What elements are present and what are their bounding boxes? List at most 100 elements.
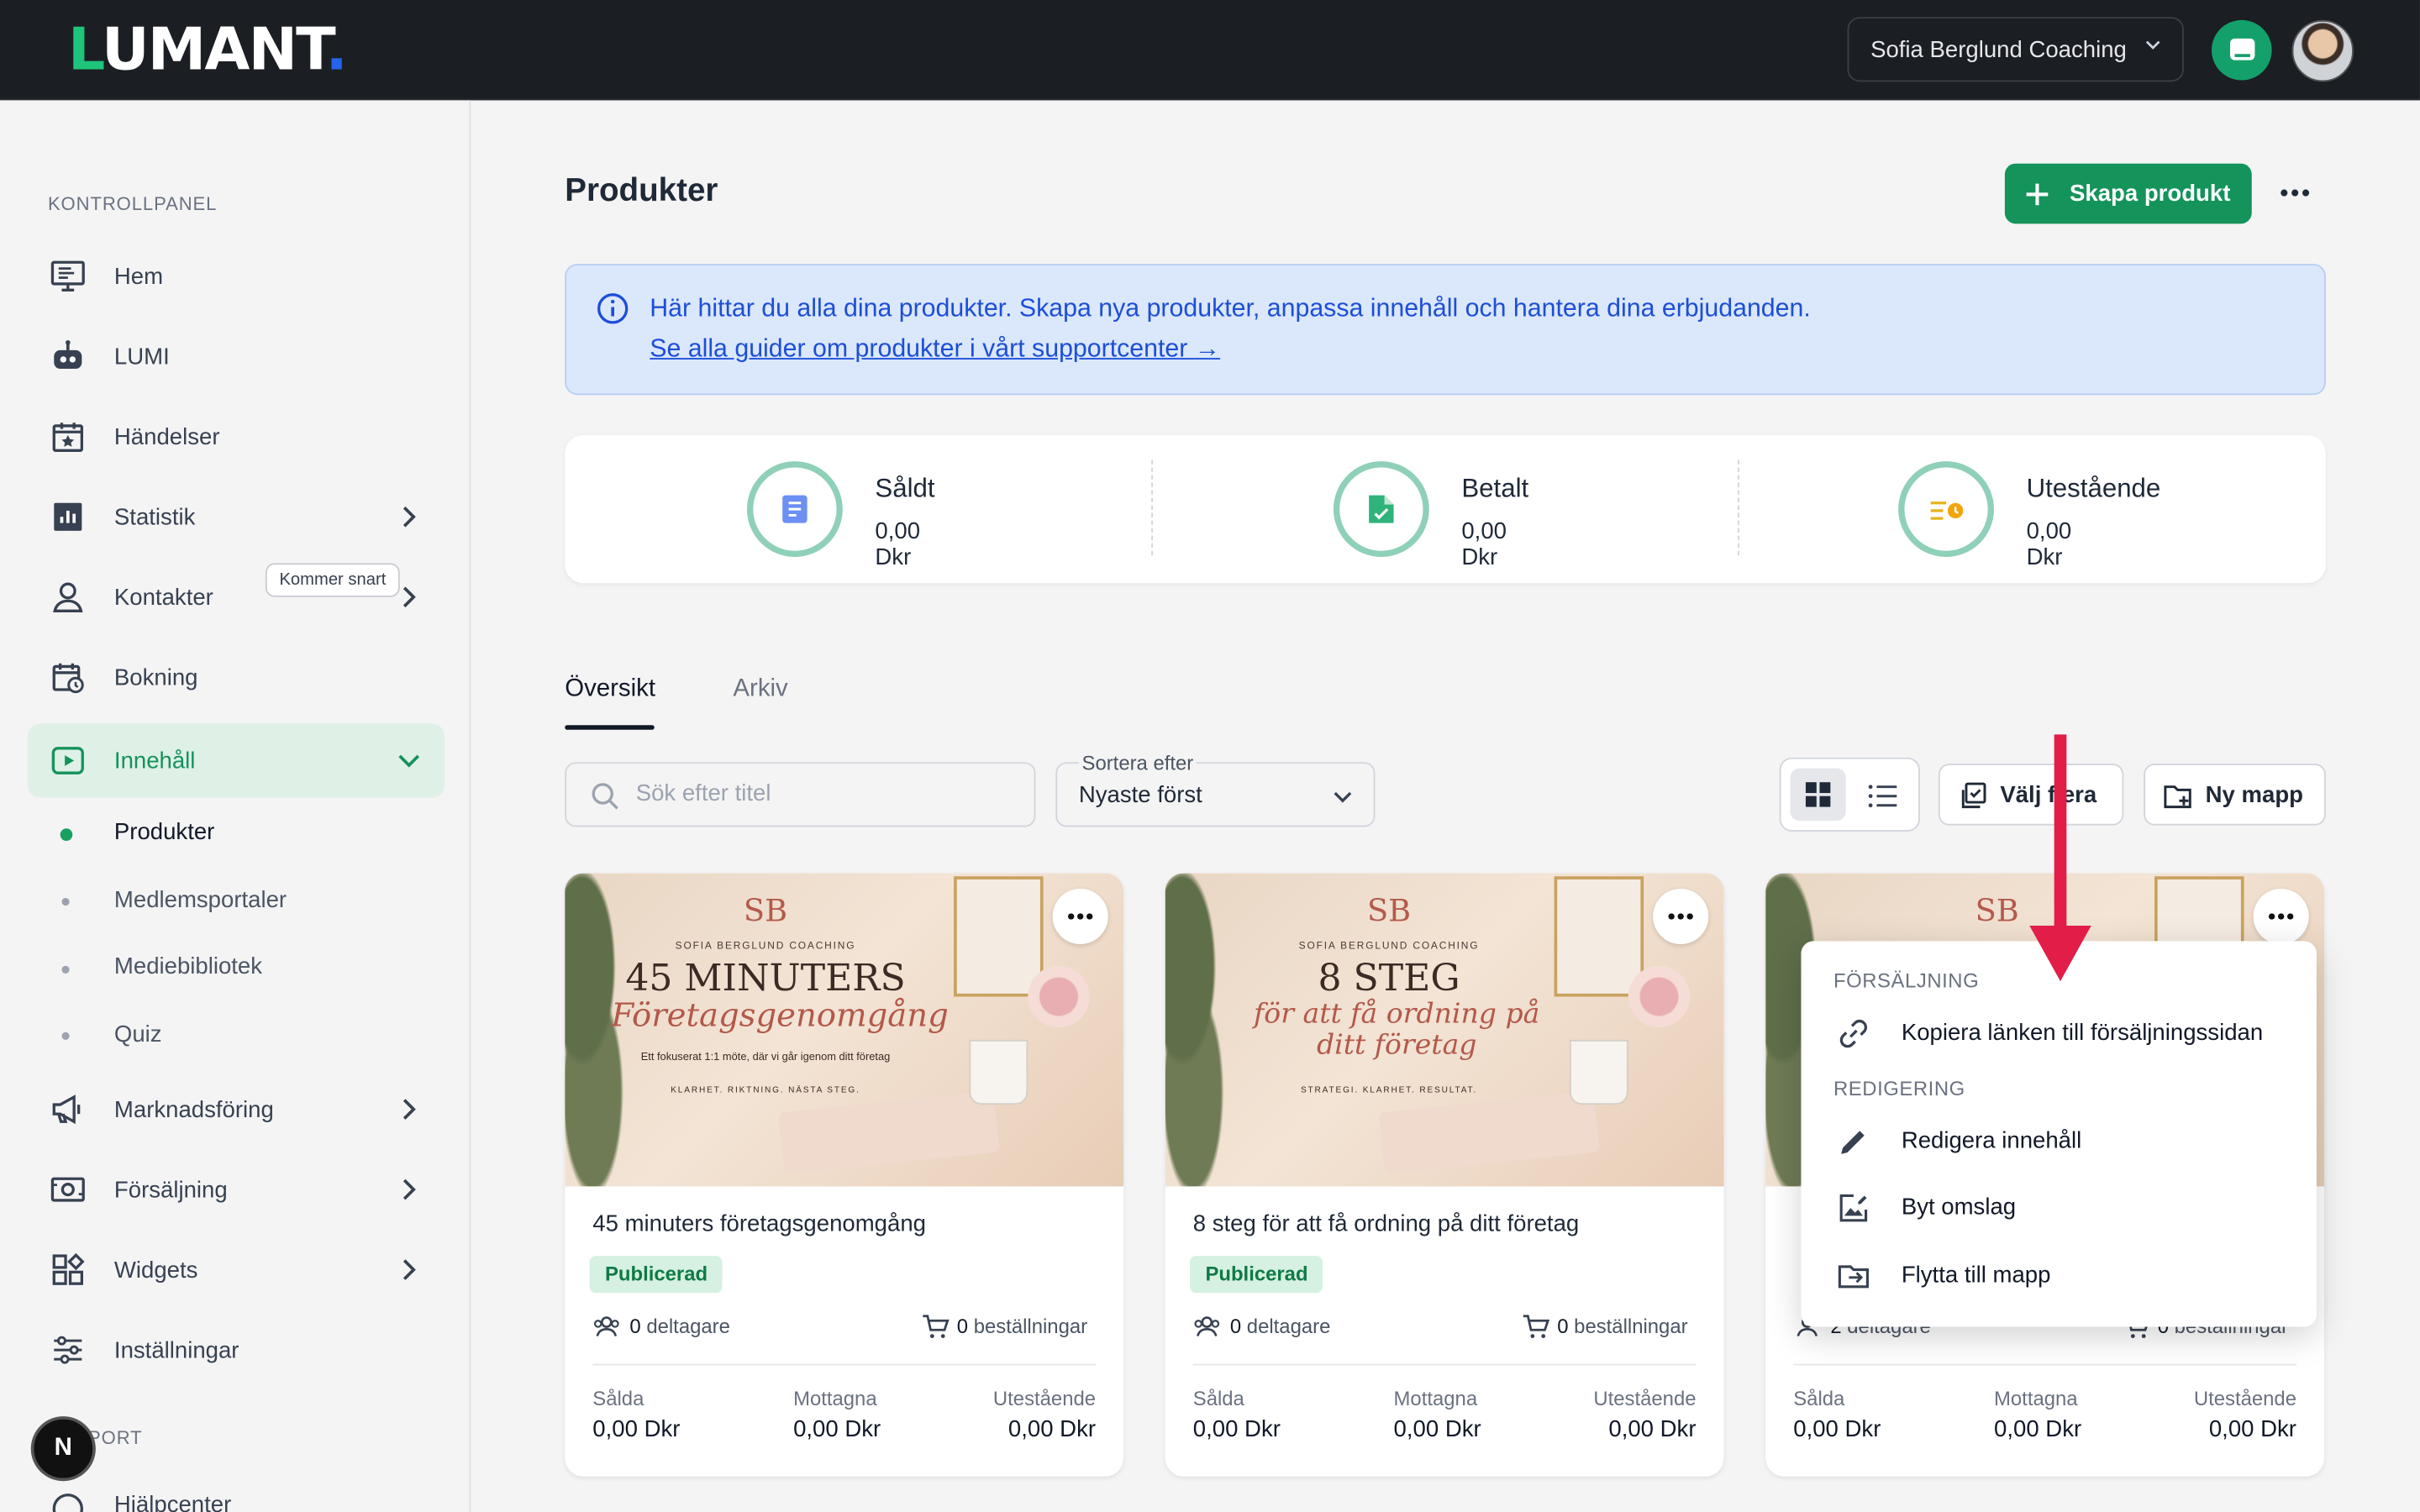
col-label: Sålda xyxy=(1793,1387,1845,1410)
move-to-folder-item[interactable]: Flytta till mapp xyxy=(1832,1252,2295,1299)
product-title[interactable]: 45 minuters företagsgenomgång xyxy=(592,1211,926,1237)
stat-label: Betalt xyxy=(1461,473,1529,503)
bar-chart-icon xyxy=(54,502,82,531)
grid-icon xyxy=(1805,782,1831,807)
sort-select[interactable]: Sortera efter Nyaste först xyxy=(1055,751,1376,827)
stat-value: 0,00 Dkr xyxy=(1461,518,1507,571)
card-menu-button[interactable] xyxy=(1653,888,1709,945)
col-label: Mottagna xyxy=(1994,1387,2078,1410)
tab-oversikt[interactable]: Översikt xyxy=(565,675,655,703)
tab-arkiv[interactable]: Arkiv xyxy=(733,675,787,703)
stat-ring xyxy=(1333,461,1429,558)
person-icon xyxy=(53,582,83,612)
help-circle-icon xyxy=(52,1494,83,1512)
cover-frame-decoration xyxy=(954,876,1044,997)
chevron-down-icon xyxy=(1334,791,1352,803)
widgets-icon xyxy=(52,1252,85,1285)
stat-value: 0,00 Dkr xyxy=(2026,518,2072,571)
more-options-icon xyxy=(2268,913,2294,920)
orders-count: 0 beställningar xyxy=(1522,1315,1688,1338)
sidebar-item-handelser[interactable]: Händelser xyxy=(28,400,445,474)
sidebar-item-widgets[interactable]: Widgets xyxy=(28,1233,445,1307)
search-placeholder: Sök efter titel xyxy=(635,780,771,807)
cover-mug-decoration xyxy=(1569,1039,1628,1105)
col-value: 0,00 Dkr xyxy=(592,1416,681,1443)
new-folder-button[interactable]: Ny mapp xyxy=(2144,764,2326,826)
col-value: 0,00 Dkr xyxy=(1608,1416,1697,1443)
people-icon xyxy=(1194,1316,1220,1336)
stat-value: 0,00 Dkr xyxy=(875,518,921,571)
card-menu-button[interactable] xyxy=(1052,888,1108,945)
support-guides-link[interactable]: Se alla guider om produkter i vårt suppo… xyxy=(650,335,1220,365)
stat-ring xyxy=(1898,461,1995,558)
sidebar-item-label: Inställningar xyxy=(113,1336,239,1363)
sidebar-item-lumi[interactable]: LUMI xyxy=(28,319,445,393)
cover-monogram: SB xyxy=(743,891,788,929)
checkbox-multi-icon xyxy=(1961,782,1986,809)
col-value: 0,00 Dkr xyxy=(1793,1416,1881,1443)
search-input[interactable]: Sök efter titel xyxy=(565,762,1036,827)
edit-content-item[interactable]: Redigera innehåll xyxy=(1832,1119,2295,1165)
cover-coach-name: SOFIA BERGLUND COACHING xyxy=(675,941,856,953)
top-bar: LUMANT. Sofia Berglund Coaching xyxy=(0,0,2420,101)
sidebar-item-statistik[interactable]: Statistik xyxy=(28,480,445,554)
sidebar-subitem-quiz[interactable]: Quiz xyxy=(114,1021,162,1047)
chevron-down-icon xyxy=(398,754,420,768)
status-badge: Publicerad xyxy=(589,1256,723,1294)
menu-item-label: Flytta till mapp xyxy=(1901,1262,2051,1289)
card-divider xyxy=(1793,1363,2297,1366)
bullet xyxy=(61,897,70,906)
people-icon xyxy=(593,1316,619,1336)
bullet xyxy=(61,965,70,974)
cover-monogram: SB xyxy=(1975,891,2019,929)
col-value: 0,00 Dkr xyxy=(1994,1416,2082,1443)
cover-flower-decoration xyxy=(1028,965,1090,1028)
red-arrow-annotation xyxy=(2029,734,2091,982)
user-avatar[interactable] xyxy=(2291,19,2354,82)
product-card[interactable]: SB SOFIA BERGLUND COACHING 45 MINUTERS F… xyxy=(565,873,1124,1477)
app-root: LUMANT. Sofia Berglund Coaching KONTROLL… xyxy=(0,0,2420,1512)
account-switcher[interactable]: Sofia Berglund Coaching xyxy=(1847,17,2184,82)
sidebar-item-innehall[interactable]: Innehåll xyxy=(28,723,445,798)
sort-label: Sortera efter xyxy=(1078,751,1197,775)
card-menu-button[interactable] xyxy=(2253,888,2309,945)
card-divider xyxy=(1192,1363,1697,1366)
active-tab-indicator xyxy=(565,725,655,730)
product-title[interactable]: 8 steg för att få ordning på ditt företa… xyxy=(1193,1211,1579,1237)
col-value: 0,00 Dkr xyxy=(1192,1416,1281,1443)
more-options-icon[interactable] xyxy=(2275,173,2315,213)
sidebar-item-marknadsforing[interactable]: Marknadsföring xyxy=(28,1073,445,1147)
grid-view-button[interactable] xyxy=(1790,768,1846,822)
product-card[interactable]: SB SOFIA BERGLUND COACHING 8 STEG för at… xyxy=(1165,873,1724,1477)
sidebar-item-installningar[interactable]: Inställningar xyxy=(28,1313,445,1387)
sidebar-subitem-produkter[interactable]: Produkter xyxy=(114,819,214,845)
info-icon xyxy=(597,293,629,324)
sidebar-item-forsaljning[interactable]: Försäljning xyxy=(28,1152,445,1226)
info-banner: Här hittar du alla dina produkter. Skapa… xyxy=(565,264,2326,396)
sidebar-subitem-medlemsportaler[interactable]: Medlemsportaler xyxy=(114,887,287,913)
page-title: Produkter xyxy=(565,172,718,208)
cart-icon xyxy=(923,1315,950,1338)
sidebar-item-label: Innehåll xyxy=(113,747,196,774)
sidebar-item-hem[interactable]: Hem xyxy=(28,239,445,313)
lumant-logo[interactable]: LUMANT. xyxy=(68,15,348,83)
product-cover-image: SB SOFIA BERGLUND COACHING 8 STEG för at… xyxy=(1165,873,1724,1187)
change-cover-item[interactable]: Byt omslag xyxy=(1832,1185,2295,1231)
megaphone-icon xyxy=(52,1095,81,1125)
cover-headline: 45 MINUTERS xyxy=(625,956,906,1000)
sidebar-item-hjalpcenter[interactable]: Hjälpcenter xyxy=(114,1492,231,1512)
sidebar-subitem-mediebibliotek[interactable]: Mediebibliotek xyxy=(114,953,262,979)
list-view-icon[interactable] xyxy=(1867,782,1898,810)
sidebar-item-label: Widgets xyxy=(113,1256,198,1284)
sidebar-item-bokning[interactable]: Bokning xyxy=(28,640,445,714)
n-dev-button[interactable]: N xyxy=(30,1416,96,1482)
create-product-button[interactable]: Skapa produkt xyxy=(2004,163,2252,224)
col-label: Utestående xyxy=(1593,1387,1697,1410)
card-divider xyxy=(592,1363,1097,1366)
col-label: Mottagna xyxy=(1393,1387,1478,1410)
copy-sales-link-item[interactable]: Kopiera länken till försäljningssidan xyxy=(1832,1011,2295,1057)
plus-icon xyxy=(2026,182,2049,205)
col-value: 0,00 Dkr xyxy=(793,1416,881,1443)
link-icon xyxy=(1839,1019,1867,1048)
chat-app-icon[interactable] xyxy=(2211,19,2272,81)
